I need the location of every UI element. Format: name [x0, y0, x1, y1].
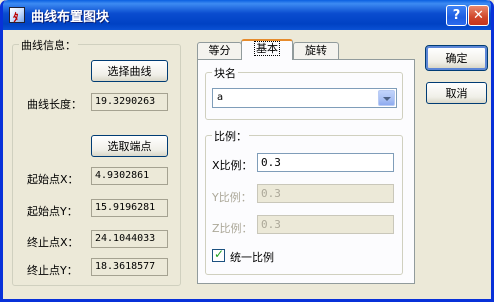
tab-equal-divide[interactable]: 等分 — [197, 42, 242, 60]
select-curve-button[interactable]: 选择曲线 — [91, 60, 168, 82]
end-x-field: 24.1044033 — [91, 230, 168, 248]
z-scale-label: Z比例： — [212, 222, 253, 235]
ok-button[interactable]: 确定 — [425, 45, 488, 71]
help-icon[interactable]: ? — [446, 5, 467, 26]
x-scale-label: X比例： — [212, 159, 253, 172]
x-scale-input[interactable]: 0.3 — [257, 153, 394, 172]
check-mark-icon: ✓ — [214, 247, 225, 261]
block-name-legend: 块名 — [212, 65, 238, 81]
chevron-down-icon[interactable] — [378, 90, 395, 106]
dialog-window: ﾀ 曲线布置图块 ? ✕ 曲线信息： 选择曲线 曲线长度： 19.3290263… — [0, 0, 494, 302]
curve-info-legend: 曲线信息： — [19, 37, 78, 53]
cancel-button[interactable]: 取消 — [426, 82, 487, 104]
curve-length-label: 曲线长度： — [27, 98, 82, 111]
uniform-scale-checkbox[interactable]: ✓ — [212, 247, 225, 262]
y-scale-label: Y比例： — [212, 191, 252, 204]
app-icon: ﾀ — [9, 7, 25, 24]
title-bar[interactable]: ﾀ 曲线布置图块 ? ✕ — [3, 0, 491, 30]
start-y-field: 15.9196281 — [91, 199, 168, 217]
window-title: 曲线布置图块 — [31, 10, 110, 25]
start-y-label: 起始点Y： — [27, 205, 78, 218]
z-scale-input: 0.3 — [257, 215, 394, 234]
start-x-label: 起始点X： — [27, 173, 79, 186]
end-y-label: 终止点Y： — [27, 264, 78, 277]
y-scale-input: 0.3 — [257, 184, 394, 203]
curve-length-field: 19.3290263 — [91, 93, 168, 111]
block-name-select[interactable]: a — [212, 88, 397, 108]
close-icon[interactable]: ✕ — [468, 5, 489, 26]
tab-rotate[interactable]: 旋转 — [293, 42, 339, 60]
start-x-field: 4.9302861 — [91, 167, 168, 185]
tab-basic[interactable]: 基本 — [241, 39, 293, 60]
uniform-scale-label[interactable]: 统一比例 — [230, 249, 274, 265]
end-y-field: 18.3618577 — [91, 258, 168, 276]
end-x-label: 终止点X： — [27, 236, 79, 249]
block-name-value: a — [217, 92, 224, 103]
pick-endpoints-button[interactable]: 选取端点 — [91, 135, 168, 157]
scale-legend: 比例： — [212, 128, 249, 144]
